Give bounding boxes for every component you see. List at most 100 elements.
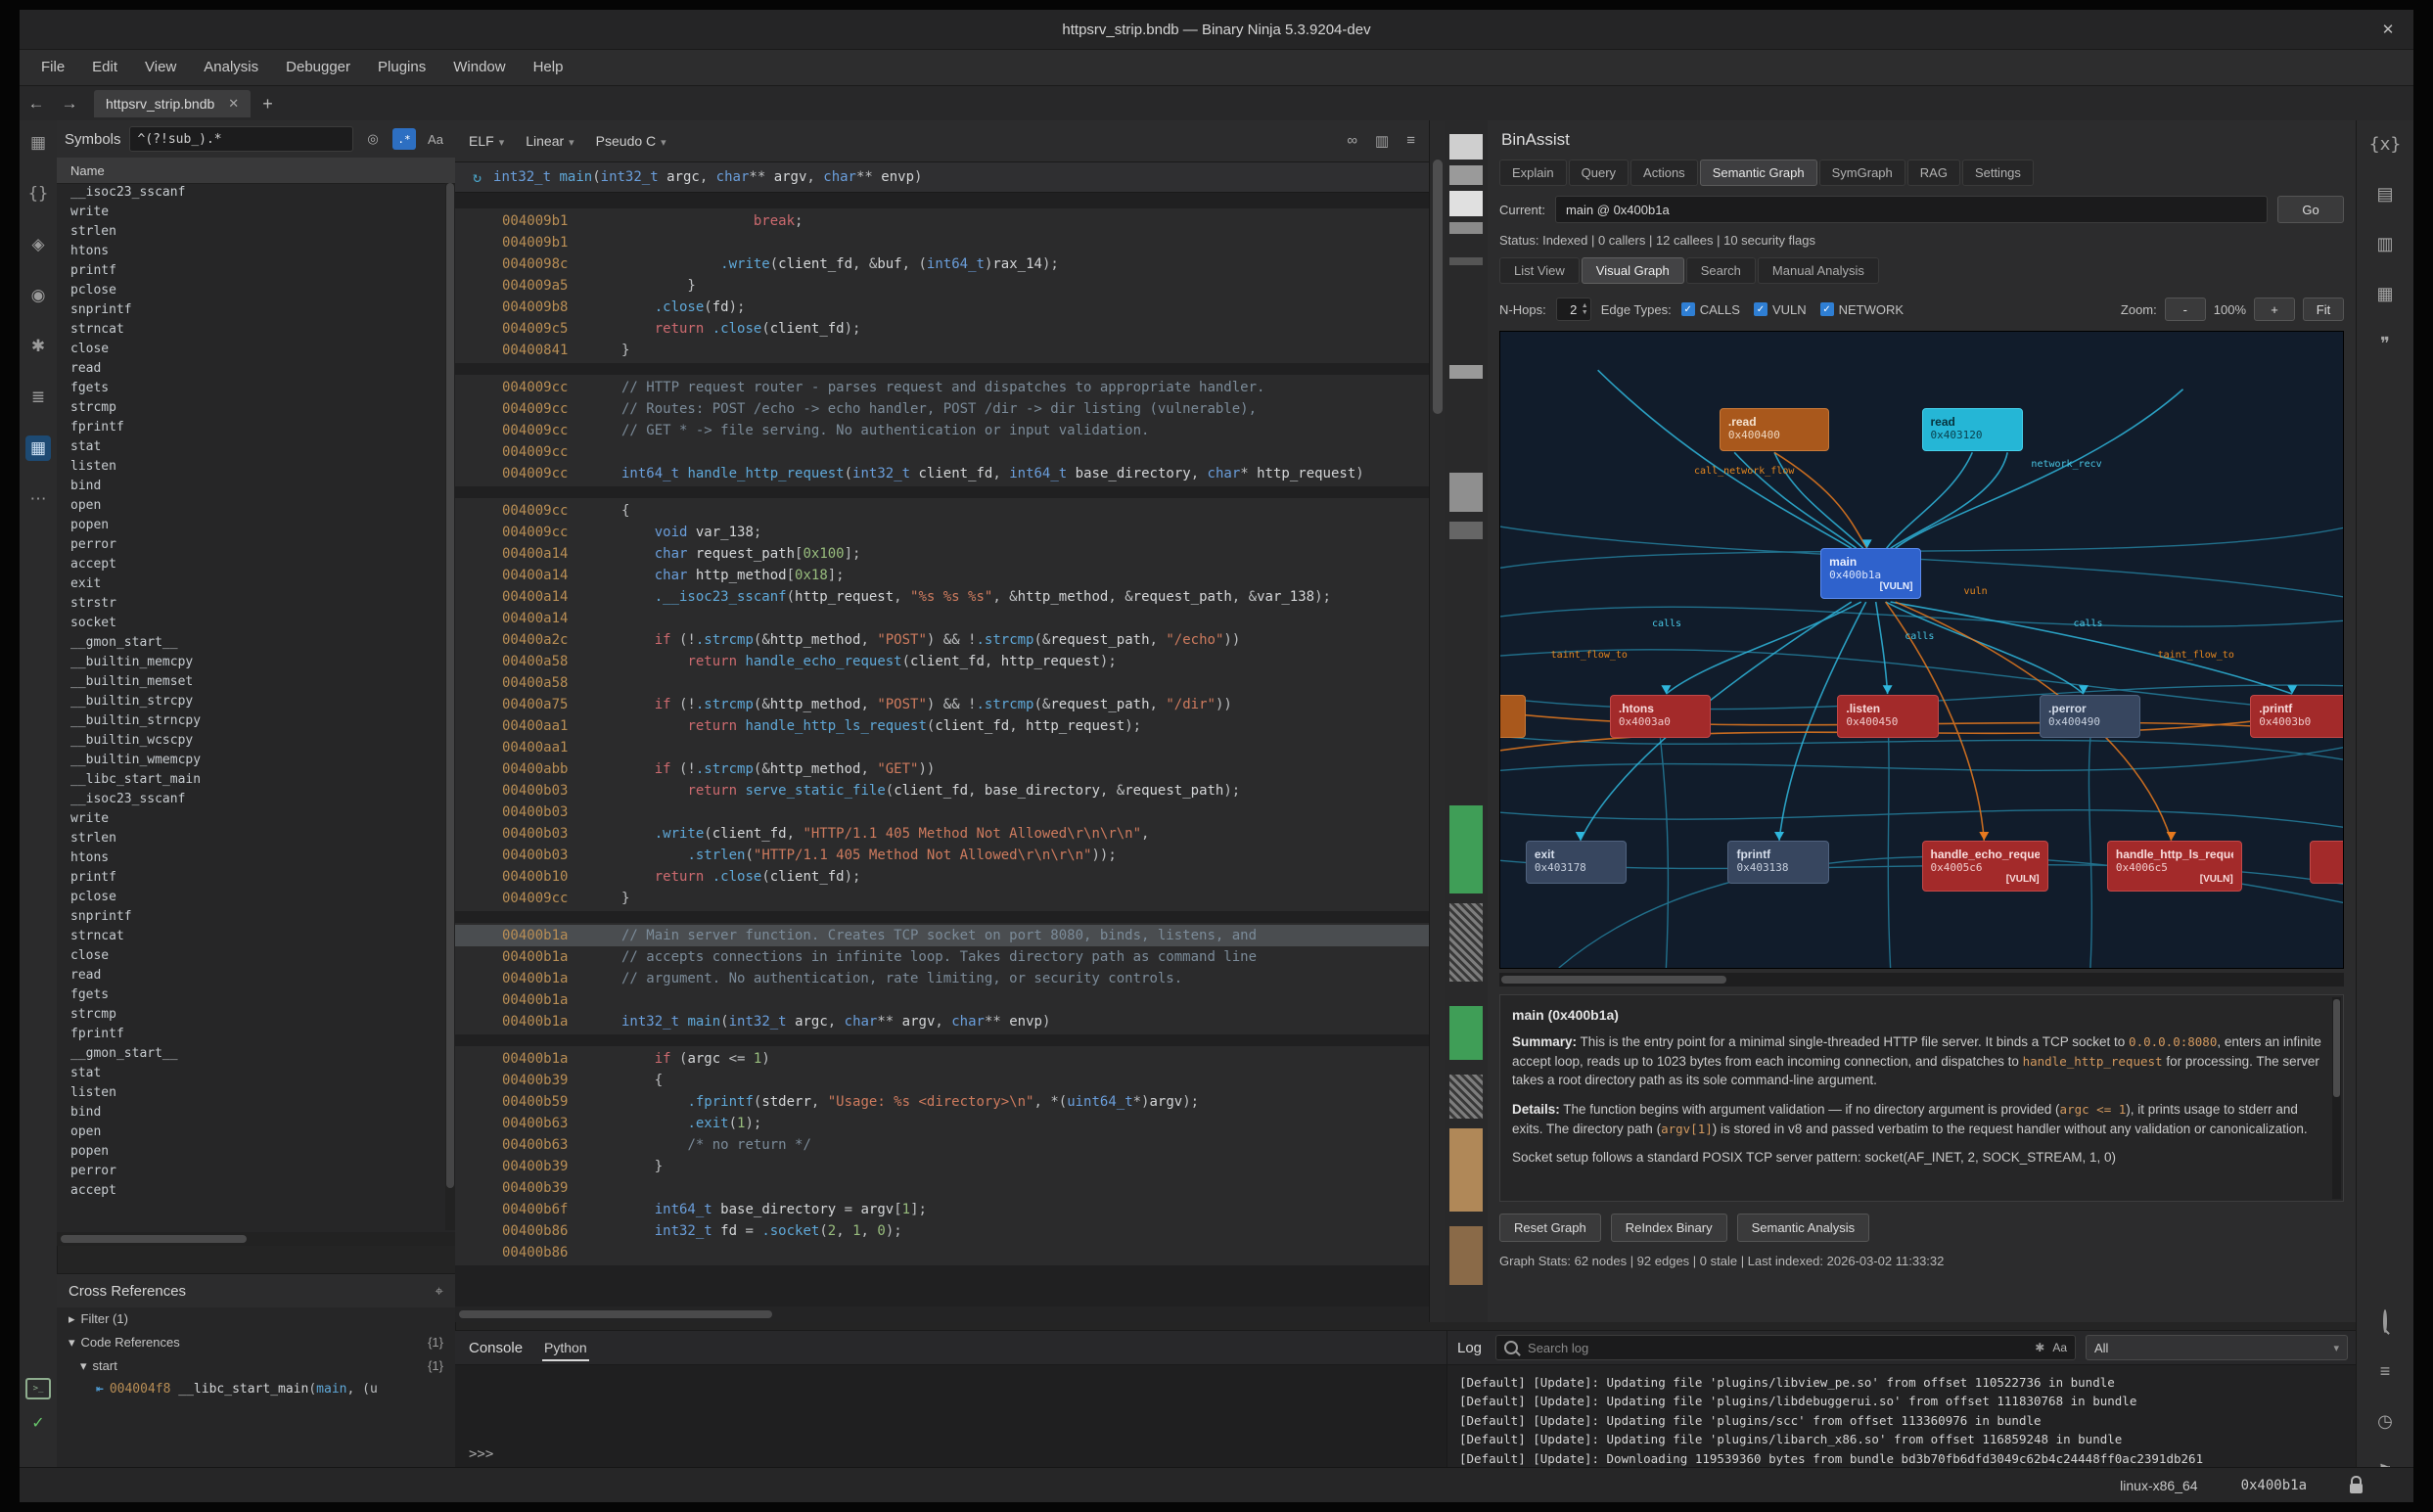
code-line[interactable]: 004009ccint64_t handle_http_request(int3… (455, 463, 1429, 484)
stack-view-icon[interactable]: ▥ (2376, 234, 2393, 254)
code-line[interactable]: 00400b63 /* no return */ (455, 1134, 1429, 1156)
tab-python[interactable]: Python (542, 1334, 589, 1361)
symbols-vscrollbar[interactable] (445, 183, 455, 1230)
code-line[interactable]: 004009cc void var_138; (455, 522, 1429, 543)
tab-close-icon[interactable]: ✕ (228, 96, 239, 112)
symbol-row[interactable]: __builtin_memset (57, 672, 445, 692)
binassist-tab[interactable]: Semantic Graph (1700, 160, 1817, 186)
symbol-row[interactable]: close (57, 340, 445, 359)
symbol-row[interactable]: strlen (57, 829, 445, 848)
binassist-subtab[interactable]: List View (1499, 257, 1580, 284)
symbol-row[interactable]: fprintf (57, 1025, 445, 1044)
symbol-row[interactable]: listen (57, 1083, 445, 1103)
current-address[interactable]: 0x400b1a (2241, 1478, 2307, 1493)
symbol-row[interactable]: popen (57, 1142, 445, 1162)
symbol-row[interactable]: strncat (57, 320, 445, 340)
eye-icon[interactable]: ◎ (361, 128, 385, 150)
symbol-row[interactable]: printf (57, 261, 445, 281)
console-prompt[interactable]: >>> (469, 1446, 493, 1462)
code-line[interactable]: 00400b03 .strlen("HTTP/1.1 405 Method No… (455, 845, 1429, 866)
binassist-subtab[interactable]: Search (1686, 257, 1756, 284)
binassist-action-button[interactable]: ReIndex Binary (1611, 1214, 1727, 1242)
code-line[interactable]: 00400b03 .write(client_fd, "HTTP/1.1 405… (455, 823, 1429, 845)
current-function-input[interactable] (1555, 196, 2268, 223)
symbol-row[interactable]: __builtin_wmemcpy (57, 751, 445, 770)
symbol-row[interactable]: listen (57, 457, 445, 477)
symbol-row[interactable]: open (57, 1123, 445, 1142)
code-line[interactable]: 00400a58 return handle_echo_request(clie… (455, 651, 1429, 672)
symbol-row[interactable]: popen (57, 516, 445, 535)
regex-toggle-icon[interactable]: ✱ (2035, 1341, 2044, 1354)
graph-hscrollbar[interactable] (1499, 973, 2344, 986)
graph-node[interactable]: fprintf 0x403138 (1727, 841, 1828, 884)
binary-format-dropdown[interactable]: ELF▾ (469, 133, 504, 149)
code-line[interactable]: 00400b63 .exit(1); (455, 1113, 1429, 1134)
sticky-function-header[interactable]: ↻ int32_t main(int32_t argc, char** argv… (455, 162, 1429, 193)
symbol-row[interactable]: bind (57, 477, 445, 496)
code-line[interactable]: 00400abb if (!.strcmp(&http_method, "GET… (455, 758, 1429, 780)
binassist-subtab[interactable]: Visual Graph (1582, 257, 1684, 284)
code-line[interactable]: 00400aa1 (455, 737, 1429, 758)
log-search-input[interactable] (1526, 1340, 2027, 1356)
symbol-row[interactable]: snprintf (57, 907, 445, 927)
symbol-row[interactable]: strstr (57, 594, 445, 614)
code-line[interactable]: 00400b39 { (455, 1070, 1429, 1091)
symbol-row[interactable]: bind (57, 1103, 445, 1123)
code-line[interactable]: 004009b1 break; (455, 210, 1429, 232)
link-icon[interactable]: ∞ (1347, 132, 1357, 150)
menu-item[interactable]: View (131, 50, 190, 85)
code-line[interactable]: 00400b1a// argument. No authentication, … (455, 968, 1429, 989)
nhops-stepper[interactable]: 2▲▼ (1556, 298, 1591, 321)
semantic-graph-canvas[interactable]: .read 0x400400 read 0x403120 main 0x400b… (1499, 331, 2344, 969)
code-line[interactable]: 00400a14 char http_method[0x18]; (455, 565, 1429, 586)
code-line[interactable]: 004009cc// GET * -> file serving. No aut… (455, 420, 1429, 441)
menu-item[interactable]: Debugger (272, 50, 364, 85)
graph-node[interactable]: .read 0x400400 (1720, 408, 1829, 451)
symbol-row[interactable]: __isoc23_sscanf (57, 183, 445, 203)
case-sensitivity-toggle[interactable]: Aa (424, 128, 447, 150)
info-vscrollbar[interactable] (2332, 997, 2341, 1199)
binassist-action-button[interactable]: Semantic Analysis (1737, 1214, 1870, 1242)
forward-arrow-icon[interactable]: → (53, 94, 86, 114)
graph-node[interactable]: read 0x403120 (1922, 408, 2023, 451)
graph-node[interactable] (1499, 695, 1526, 738)
code-line[interactable]: 00400b39 (455, 1177, 1429, 1199)
symbol-row[interactable]: fgets (57, 379, 445, 398)
zoom-out-button[interactable]: - (2165, 298, 2206, 321)
find-icon[interactable] (2383, 1311, 2387, 1332)
widgets-icon[interactable]: ▦ (25, 435, 51, 461)
symbols-hscrollbar[interactable] (57, 1232, 455, 1246)
code-line[interactable]: 00400a14 .__isoc23_sscanf(http_request, … (455, 586, 1429, 608)
symbol-row[interactable]: __gmon_start__ (57, 1044, 445, 1064)
symbol-row[interactable]: accept (57, 1181, 445, 1201)
binassist-tab[interactable]: Explain (1499, 160, 1567, 186)
menu-item[interactable]: Analysis (190, 50, 272, 85)
log-search-box[interactable]: ✱ Aa (1495, 1335, 2076, 1360)
symbol-row[interactable]: __builtin_strcpy (57, 692, 445, 711)
symbol-row[interactable]: read (57, 966, 445, 985)
code-line[interactable]: 00400b10 return .close(client_fd); (455, 866, 1429, 888)
symbol-row[interactable]: snprintf (57, 300, 445, 320)
code-line[interactable]: 004009c5 return .close(client_fd); (455, 318, 1429, 340)
code-line[interactable]: 004009cc} (455, 888, 1429, 909)
symbols-column-header[interactable]: Name (57, 158, 455, 184)
code-line[interactable]: 00400a75 if (!.strcmp(&http_method, "POS… (455, 694, 1429, 715)
more-icon[interactable]: ⋯ (25, 486, 51, 512)
code-line[interactable]: 004009cc (455, 441, 1429, 463)
code-line[interactable]: 00400b1a if (argc <= 1) (455, 1048, 1429, 1070)
pin-panel-icon[interactable]: ⌖ (436, 1283, 443, 1300)
binassist-tab[interactable]: Query (1569, 160, 1629, 186)
hamburger-icon[interactable]: ▦ (25, 130, 51, 156)
symbol-row[interactable]: close (57, 946, 445, 966)
symbol-row[interactable]: accept (57, 555, 445, 574)
xrefs-start-row[interactable]: ▾ start {1} (57, 1354, 455, 1378)
code-line[interactable]: 00400a58 (455, 672, 1429, 694)
regex-icon[interactable]: .* (392, 128, 416, 150)
symbol-row[interactable]: printf (57, 868, 445, 888)
symbol-row[interactable]: stat (57, 1064, 445, 1083)
menu-item[interactable]: Window (439, 50, 519, 85)
graph-node[interactable] (2310, 841, 2344, 884)
menu-item[interactable]: Edit (78, 50, 131, 85)
log-menu-icon[interactable]: ≡ (2380, 1361, 2391, 1382)
symbol-row[interactable]: __builtin_wcscpy (57, 731, 445, 751)
